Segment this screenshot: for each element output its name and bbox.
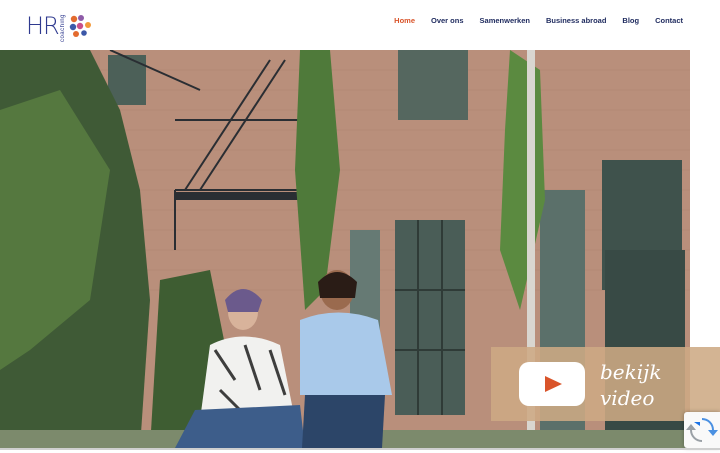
watch-video-line1: bekijk xyxy=(600,360,662,384)
site-logo[interactable]: HR coaching xyxy=(26,12,96,43)
site-header: HR coaching Home Over ons Samenwerken Bu… xyxy=(0,0,720,50)
main-nav: Home Over ons Samenwerken Business abroa… xyxy=(394,16,683,25)
logo-subtext: coaching xyxy=(60,14,66,43)
watch-video-banner[interactable]: bekijk video xyxy=(491,347,720,421)
watch-video-line2: video xyxy=(600,386,655,410)
nav-over-ons[interactable]: Over ons xyxy=(431,16,464,25)
nav-samenwerken[interactable]: Samenwerken xyxy=(480,16,530,25)
watch-video-text[interactable]: bekijk video xyxy=(600,359,661,411)
hr-logo-dots-icon xyxy=(69,15,91,37)
play-button[interactable] xyxy=(519,362,585,406)
recaptcha-icon xyxy=(686,418,718,442)
nav-blog[interactable]: Blog xyxy=(622,16,639,25)
page-side-margin xyxy=(690,50,720,348)
recaptcha-badge[interactable] xyxy=(684,412,720,448)
nav-business-abroad[interactable]: Business abroad xyxy=(546,16,606,25)
nav-home[interactable]: Home xyxy=(394,16,415,25)
logo-text: HR xyxy=(26,12,60,40)
play-icon xyxy=(545,376,562,392)
nav-contact[interactable]: Contact xyxy=(655,16,683,25)
